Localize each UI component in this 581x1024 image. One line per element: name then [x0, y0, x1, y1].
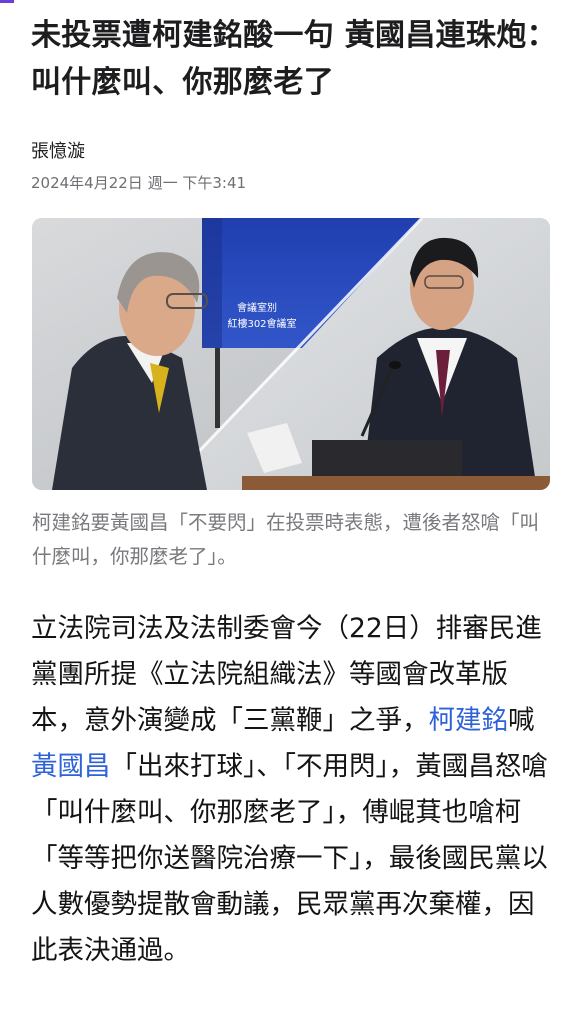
author-name[interactable]: 張憶漩 — [31, 139, 85, 165]
article-page: 未投票遭柯建銘酸一句 黃國昌連珠炮：叫什麼叫、你那麼老了 張憶漩 2024年4月… — [0, 0, 581, 1024]
article-photo[interactable]: 會議室別 紅樓302會議室 — [32, 218, 550, 490]
tag-link-huang-kuo-chang[interactable]: 黃國昌 — [31, 751, 111, 782]
body-text-segment: 「出來打球」、「不用閃」，黃國昌怒嗆「叫什麼叫、你那麼老了」，傅崐萁也嗆柯「等等… — [31, 751, 548, 966]
photo-caption: 柯建銘要黃國昌「不要閃」在投票時表態，遭後者怒嗆「叫什麼叫，你那麼老了」。 — [32, 511, 540, 568]
body-text-segment: 喊 — [508, 705, 535, 736]
article-body: 立法院司法及法制委會今（22日）排審民進黨團所提《立法院組織法》等國會改革版本，… — [31, 606, 556, 974]
top-accent-bar — [0, 0, 14, 3]
publish-timestamp: 2024年4月22日 週一 下午3:41 — [31, 174, 247, 192]
room-sign-line2: 紅樓302會議室 — [227, 317, 296, 330]
article-headline: 未投票遭柯建銘酸一句 黃國昌連珠炮：叫什麼叫、你那麼老了 — [31, 18, 557, 100]
room-sign-line1: 會議室別 — [237, 301, 277, 314]
tag-link-ke-chien-ming[interactable]: 柯建銘 — [429, 705, 509, 736]
